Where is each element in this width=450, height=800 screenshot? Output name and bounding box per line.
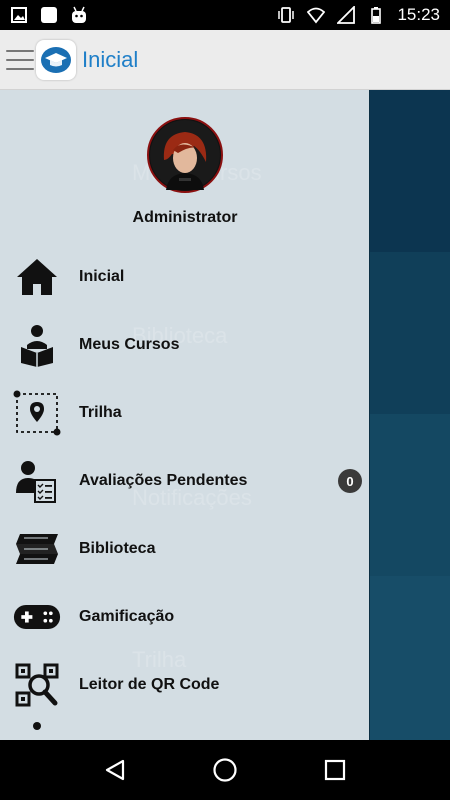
drawer-item-inicial[interactable]: Inicial <box>0 243 369 311</box>
qr-scan-icon <box>13 661 61 709</box>
gamepad-icon <box>13 593 61 641</box>
drawer-item-meus-cursos[interactable]: Meus Cursos <box>0 311 369 379</box>
books-stack-icon <box>13 525 61 573</box>
drawer-item-partial[interactable] <box>0 719 369 739</box>
status-bar: 15:23 <box>0 0 450 30</box>
menu-icon[interactable] <box>6 49 34 70</box>
system-nav-bar <box>0 740 450 800</box>
trail-map-icon <box>13 389 61 437</box>
partial-icon <box>13 719 61 739</box>
signal-icon <box>337 6 356 24</box>
graduation-cap-icon <box>41 46 71 73</box>
reader-book-icon <box>13 321 61 369</box>
app-bar: Inicial <box>0 30 450 90</box>
drawer-item-biblioteca[interactable]: Biblioteca <box>0 515 369 583</box>
avatar[interactable] <box>147 117 223 193</box>
battery-icon <box>371 7 382 24</box>
drawer-item-label: Inicial <box>79 268 125 285</box>
home-circle-icon[interactable] <box>210 755 240 785</box>
profile-header: Administrator <box>0 90 369 240</box>
app-logo <box>36 39 76 80</box>
user-name: Administrator <box>132 209 238 226</box>
wifi-icon <box>307 7 326 24</box>
square-icon <box>41 7 57 23</box>
drawer-item-gamificacao[interactable]: Gamificação <box>0 583 369 651</box>
drawer-item-avaliacoes-pendentes[interactable]: Avaliações Pendentes 0 <box>0 447 369 515</box>
drawer-item-leitor-qr-code[interactable]: Leitor de QR Code <box>0 651 369 719</box>
image-icon <box>11 7 27 23</box>
drawer-item-trilha[interactable]: Trilha <box>0 379 369 447</box>
user-checklist-icon <box>13 457 61 505</box>
pending-count-badge: 0 <box>338 469 362 493</box>
drawer-item-label: Leitor de QR Code <box>79 676 220 693</box>
back-icon[interactable] <box>100 755 130 785</box>
recents-icon[interactable] <box>320 755 350 785</box>
vibrate-icon <box>278 7 295 23</box>
android-icon <box>72 6 86 23</box>
navigation-drawer: Meus Cursos Biblioteca Notificações Tril… <box>0 90 370 740</box>
drawer-item-label: Avaliações Pendentes <box>79 472 248 489</box>
drawer-item-label: Biblioteca <box>79 540 156 557</box>
page-title: Inicial <box>82 46 139 72</box>
status-time: 15:23 <box>397 5 440 24</box>
home-icon <box>13 253 61 301</box>
drawer-menu: Inicial Meus Cursos Trilha Avaliações Pe… <box>0 243 369 739</box>
drawer-item-label: Trilha <box>79 404 122 421</box>
avatar-image <box>150 120 220 190</box>
drawer-item-label: Meus Cursos <box>79 336 180 353</box>
drawer-item-label: Gamificação <box>79 608 175 625</box>
